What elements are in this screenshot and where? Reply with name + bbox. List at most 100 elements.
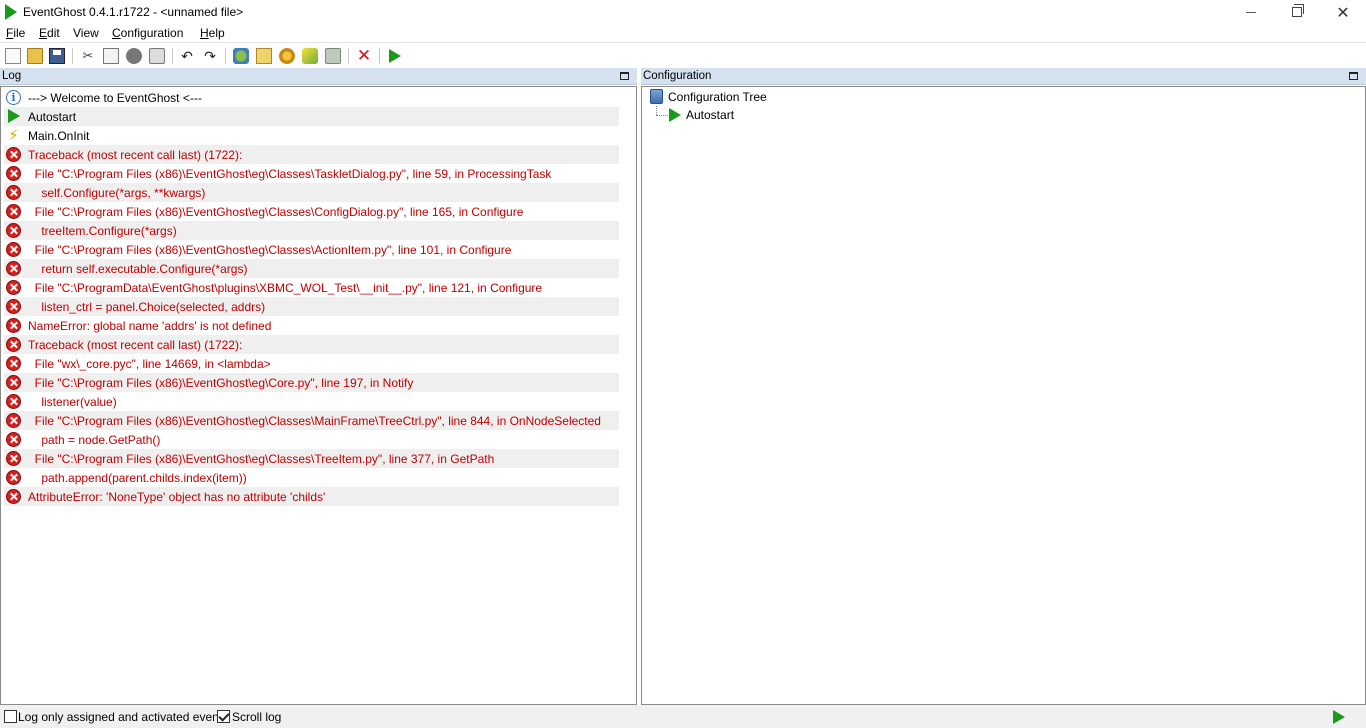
log-row[interactable]: File "C:\Program Files (x86)\EventGhost\… <box>4 164 619 183</box>
log-row-text: File "C:\Program Files (x86)\EventGhost\… <box>28 243 512 257</box>
error-icon <box>6 394 21 409</box>
error-icon <box>6 356 21 371</box>
menu-edit[interactable]: Edit <box>39 26 60 40</box>
log-row[interactable]: Traceback (most recent call last) (1722)… <box>4 145 619 164</box>
title-bar: EventGhost 0.4.1.r1722 - <unnamed file> … <box>0 0 1366 24</box>
tree-connector <box>656 115 668 116</box>
log-row[interactable]: File "C:\Program Files (x86)\EventGhost\… <box>4 373 619 392</box>
log-row[interactable]: File "C:\Program Files (x86)\EventGhost\… <box>4 202 619 221</box>
menu-view[interactable]: View <box>73 26 99 40</box>
log-row[interactable]: self.Configure(*args, **kwargs) <box>4 183 619 202</box>
log-only-label[interactable]: Log only assigned and activated events <box>18 710 228 724</box>
toolbar-separator <box>379 48 380 64</box>
log-row-text: NameError: global name 'addrs' is not de… <box>28 319 272 333</box>
add-folder-icon[interactable] <box>256 48 272 64</box>
error-icon <box>6 261 21 276</box>
error-icon <box>6 470 21 485</box>
log-row-text: File "wx\_core.pyc", line 14669, in <lam… <box>28 357 271 371</box>
menu-help[interactable]: Help <box>200 26 225 40</box>
add-macro-icon[interactable] <box>279 48 295 64</box>
log-row[interactable]: path.append(parent.childs.index(item)) <box>4 468 619 487</box>
maximize-pane-icon[interactable] <box>1349 72 1358 80</box>
menu-help-label: elp <box>208 26 225 40</box>
log-list[interactable]: i ---> Welcome to EventGhost <--- Autostar… <box>0 86 637 705</box>
menu-edit-label: dit <box>47 26 60 40</box>
scroll-log-label[interactable]: Scroll log <box>232 710 281 724</box>
log-row[interactable]: treeItem.Configure(*args) <box>4 221 619 240</box>
log-row[interactable]: File "C:\Program Files (x86)\EventGhost\… <box>4 449 619 468</box>
log-row-text: File "C:\ProgramData\EventGhost\plugins\… <box>28 281 543 295</box>
log-row-text: return self.executable.Configure(*args) <box>28 262 248 276</box>
error-icon <box>6 242 21 257</box>
log-row[interactable]: listen_ctrl = panel.Choice(selected, add… <box>4 297 619 316</box>
log-row-text: File "C:\Program Files (x86)\EventGhost\… <box>28 376 414 390</box>
scroll-log-checkbox[interactable] <box>217 710 230 723</box>
menu-help-mnemonic: H <box>200 26 209 40</box>
cut-icon[interactable]: ✂ <box>80 48 96 64</box>
log-row-text: path.append(parent.childs.index(item)) <box>28 471 247 485</box>
menu-configuration-label: onfiguration <box>120 26 184 40</box>
minimize-button[interactable] <box>1228 0 1274 24</box>
log-row[interactable]: listener(value) <box>4 392 619 411</box>
log-row-text: listener(value) <box>28 395 117 409</box>
log-row[interactable]: NameError: global name 'addrs' is not de… <box>4 316 619 335</box>
paste-icon[interactable] <box>149 48 165 64</box>
menu-configuration[interactable]: Configuration <box>112 26 183 40</box>
undo-icon[interactable]: ↶ <box>179 48 195 64</box>
close-button[interactable]: ✕ <box>1320 0 1366 24</box>
log-row-text: listen_ctrl = panel.Choice(selected, add… <box>28 300 266 314</box>
log-row[interactable]: ⚡ Main.OnInit <box>4 126 619 145</box>
save-icon[interactable] <box>49 48 65 64</box>
configuration-panel-title: Configuration <box>643 70 712 82</box>
log-row[interactable]: path = node.GetPath() <box>4 430 619 449</box>
log-only-checkbox[interactable] <box>4 710 17 723</box>
add-action-icon[interactable] <box>325 48 341 64</box>
log-row[interactable]: File "C:\Program Files (x86)\EventGhost\… <box>4 240 619 259</box>
log-row[interactable]: i ---> Welcome to EventGhost <--- <box>4 88 619 107</box>
log-row[interactable]: File "C:\ProgramData\EventGhost\plugins\… <box>4 278 619 297</box>
log-row-text: File "C:\Program Files (x86)\EventGhost\… <box>28 452 495 466</box>
error-icon <box>6 280 21 295</box>
restore-icon <box>1292 4 1304 17</box>
execute-icon[interactable] <box>389 49 401 63</box>
add-event-icon[interactable] <box>302 48 318 64</box>
configuration-panel: Configuration Configuration Tree Autosta… <box>641 68 1366 705</box>
python-icon[interactable] <box>126 48 142 64</box>
tree-item-autostart[interactable]: Autostart <box>686 108 734 122</box>
toolbar-separator <box>72 48 73 64</box>
error-icon <box>6 185 21 200</box>
log-row-text: Main.OnInit <box>28 129 90 143</box>
configuration-tree[interactable]: Configuration Tree Autostart <box>641 86 1366 705</box>
log-row[interactable]: Autostart <box>4 107 619 126</box>
log-row[interactable]: AttributeError: 'NoneType' object has no… <box>4 487 619 506</box>
lightning-icon: ⚡ <box>8 127 19 144</box>
open-icon[interactable] <box>27 48 43 64</box>
menu-file-label: ile <box>13 26 26 40</box>
maximize-pane-icon[interactable] <box>620 72 629 80</box>
copy-icon[interactable] <box>103 48 119 64</box>
log-row[interactable]: return self.executable.Configure(*args) <box>4 259 619 278</box>
toolbar: ✂ ↶ ↷ ✕ <box>0 44 1366 68</box>
log-row[interactable]: File "C:\Program Files (x86)\EventGhost\… <box>4 411 619 430</box>
info-icon: i <box>6 90 21 105</box>
close-icon: ✕ <box>1336 2 1350 22</box>
new-icon[interactable] <box>5 48 21 64</box>
error-icon <box>6 337 21 352</box>
redo-icon[interactable]: ↷ <box>202 48 218 64</box>
add-plugin-icon[interactable] <box>233 48 249 64</box>
autostart-icon <box>669 108 681 122</box>
disable-icon[interactable]: ✕ <box>356 47 372 64</box>
log-panel: Log i ---> Welcome to EventGhost <--- Auto… <box>0 68 637 705</box>
tree-item-configuration-tree[interactable]: Configuration Tree <box>668 90 767 104</box>
log-row-text: File "C:\Program Files (x86)\EventGhost\… <box>28 205 524 219</box>
minimize-icon <box>1246 11 1256 13</box>
restore-button[interactable] <box>1274 0 1320 24</box>
log-row-text: Traceback (most recent call last) (1722)… <box>28 338 243 352</box>
menu-file[interactable]: File <box>6 26 25 40</box>
error-icon <box>6 147 21 162</box>
tree-connector <box>656 106 657 115</box>
error-icon <box>6 318 21 333</box>
log-row[interactable]: File "wx\_core.pyc", line 14669, in <lam… <box>4 354 619 373</box>
log-row[interactable]: Traceback (most recent call last) (1722)… <box>4 335 619 354</box>
error-icon <box>6 375 21 390</box>
